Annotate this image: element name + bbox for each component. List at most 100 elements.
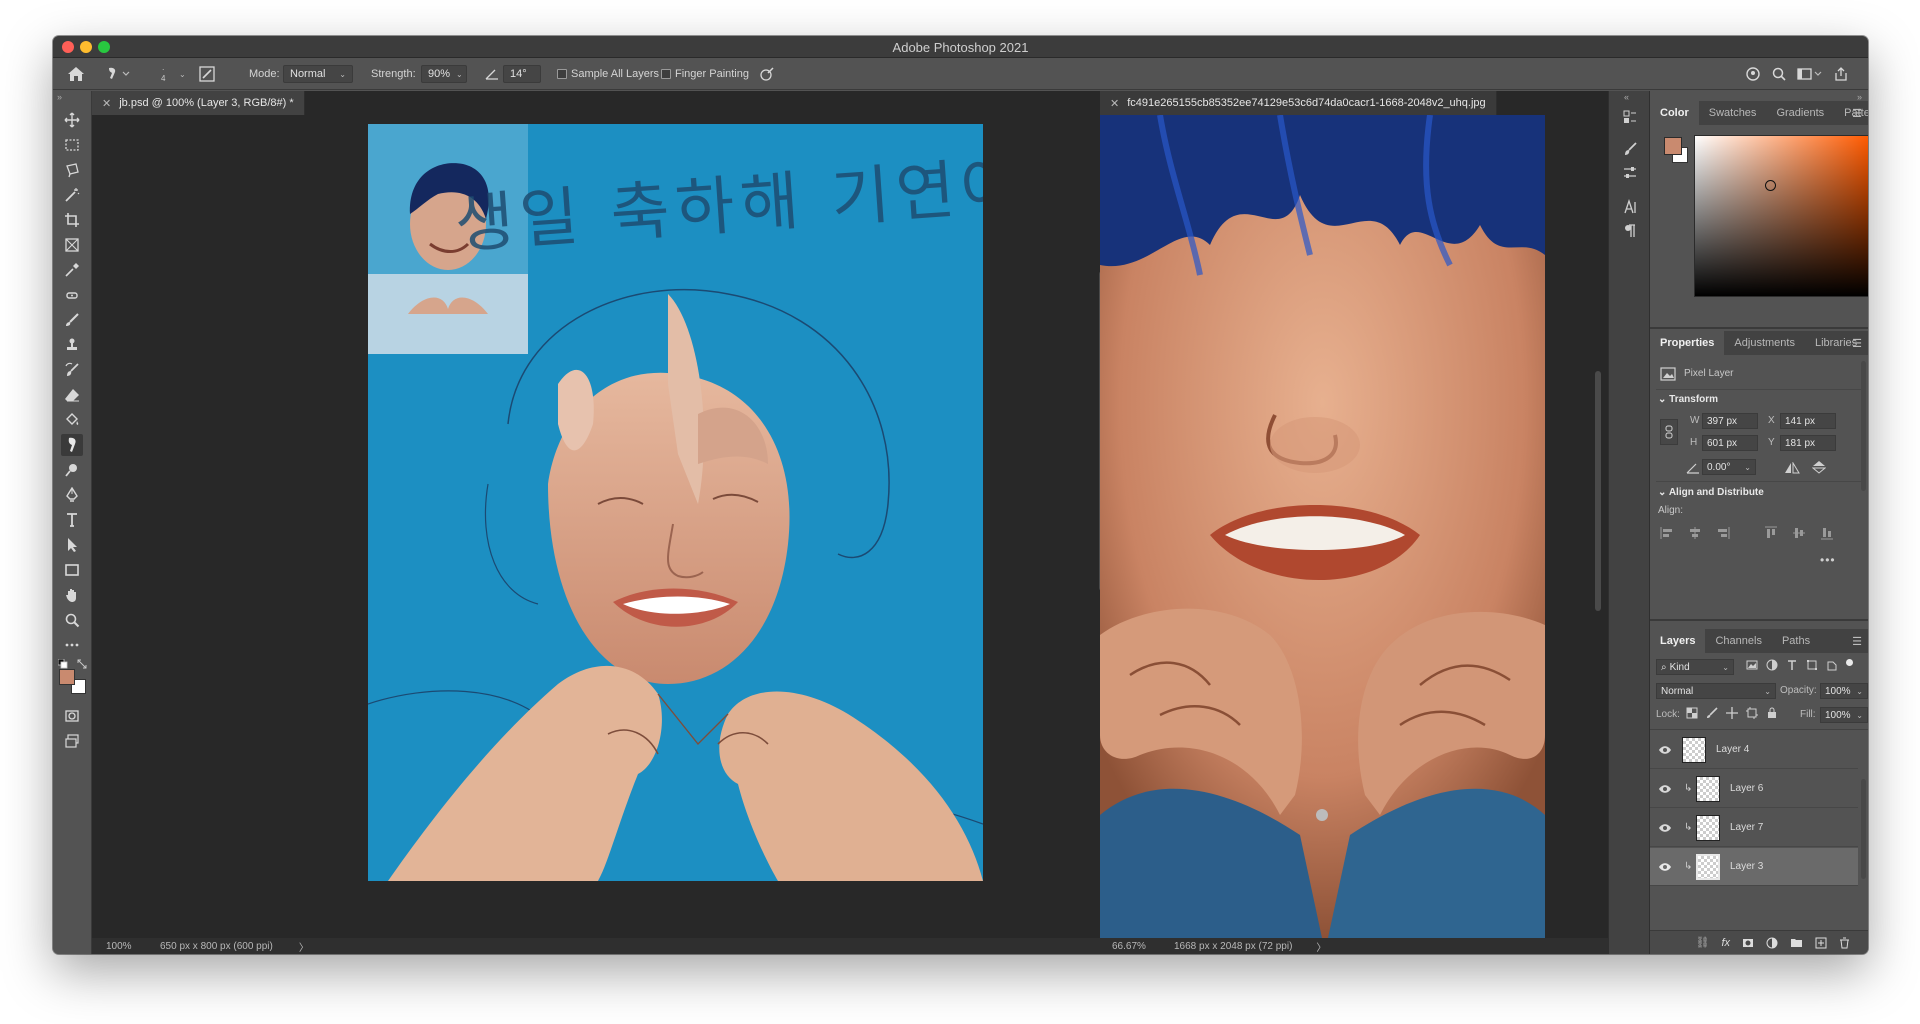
lasso-tool-icon[interactable] bbox=[61, 159, 83, 181]
flip-vertical-icon[interactable] bbox=[1811, 460, 1827, 479]
tab-color[interactable]: Color bbox=[1650, 101, 1699, 125]
blend-mode-select[interactable]: Normal ⌄ bbox=[1656, 683, 1776, 699]
home-icon[interactable] bbox=[67, 58, 85, 90]
chevron-down-icon[interactable]: ⌄ bbox=[1658, 394, 1666, 405]
eyedropper-tool-icon[interactable] bbox=[61, 259, 83, 281]
filter-pixel-icon[interactable] bbox=[1746, 659, 1758, 671]
paint-bucket-tool-icon[interactable] bbox=[61, 409, 83, 431]
share-export-icon[interactable] bbox=[1833, 58, 1849, 90]
filter-toggle-icon[interactable] bbox=[1846, 658, 1853, 666]
link-dimensions-icon[interactable] bbox=[1660, 419, 1678, 445]
frame-tool-icon[interactable] bbox=[61, 234, 83, 256]
share-user-icon[interactable] bbox=[1745, 58, 1763, 90]
new-layer-icon[interactable] bbox=[1815, 937, 1827, 949]
close-tab-icon[interactable]: ✕ bbox=[1110, 97, 1119, 110]
tab-properties[interactable]: Properties bbox=[1650, 331, 1725, 355]
doc2-status-chevron-icon[interactable]: 〉 bbox=[1316, 939, 1326, 954]
finger-painting-option[interactable]: Finger Painting bbox=[661, 58, 749, 90]
clone-stamp-tool-icon[interactable] bbox=[61, 334, 83, 356]
tab-swatches[interactable]: Swatches bbox=[1699, 101, 1767, 125]
lock-position-icon[interactable] bbox=[1726, 707, 1738, 719]
eye-icon[interactable] bbox=[1658, 784, 1672, 794]
pen-tool-icon[interactable] bbox=[61, 484, 83, 506]
sample-all-layers-checkbox[interactable] bbox=[557, 69, 567, 79]
panel-menu-icon[interactable]: ☰ bbox=[1852, 107, 1862, 120]
align-left-icon[interactable] bbox=[1660, 526, 1674, 540]
filter-type-icon[interactable] bbox=[1786, 659, 1798, 671]
tab-adjustments[interactable]: Adjustments bbox=[1724, 331, 1805, 355]
quick-mask-icon[interactable] bbox=[61, 705, 83, 727]
color-picker-field[interactable] bbox=[1694, 135, 1868, 297]
layer-row[interactable]: Layer 4 bbox=[1650, 731, 1858, 769]
history-panel-icon[interactable] bbox=[1621, 109, 1639, 127]
tab-patterns[interactable]: Patterns bbox=[1834, 101, 1868, 125]
dodge-tool-icon[interactable] bbox=[61, 459, 83, 481]
color-fg-swatch[interactable] bbox=[1664, 137, 1682, 155]
filter-smart-object-icon[interactable] bbox=[1826, 659, 1838, 671]
angle-input[interactable]: 14° bbox=[503, 65, 541, 83]
brush-size-picker[interactable]: · 4 bbox=[161, 58, 165, 90]
brush-tool-icon[interactable] bbox=[61, 309, 83, 331]
layer-row[interactable]: ↳ Layer 7 bbox=[1650, 809, 1858, 847]
align-top-icon[interactable] bbox=[1764, 526, 1778, 540]
filter-adjustment-icon[interactable] bbox=[1766, 659, 1778, 671]
screen-mode-icon[interactable] bbox=[61, 730, 83, 752]
adjustments-panel-icon[interactable] bbox=[1621, 165, 1639, 183]
opacity-input[interactable]: 100% ⌄ bbox=[1820, 683, 1868, 699]
lock-pixels-icon[interactable] bbox=[1706, 707, 1718, 719]
mode-select[interactable]: Normal ⌄ bbox=[283, 65, 353, 83]
foreground-color-swatch[interactable] bbox=[59, 669, 75, 685]
properties-scrollbar[interactable] bbox=[1861, 361, 1866, 491]
smudge-tool-icon[interactable] bbox=[61, 434, 83, 456]
history-brush-tool-icon[interactable] bbox=[61, 359, 83, 381]
link-layers-icon[interactable]: ⛓ bbox=[1695, 936, 1709, 949]
x-input[interactable]: 141 px bbox=[1780, 413, 1836, 429]
lock-all-icon[interactable] bbox=[1766, 707, 1778, 719]
doc2-vertical-scrollbar[interactable] bbox=[1595, 371, 1601, 611]
marquee-tool-icon[interactable] bbox=[61, 134, 83, 156]
eye-icon[interactable] bbox=[1658, 862, 1672, 872]
tab-channels[interactable]: Channels bbox=[1705, 629, 1771, 653]
layer-style-icon[interactable]: fx bbox=[1721, 937, 1730, 949]
tab-paths[interactable]: Paths bbox=[1772, 629, 1820, 653]
brush-settings-panel-icon[interactable] bbox=[1621, 141, 1639, 159]
swap-colors-icon[interactable] bbox=[77, 656, 87, 674]
lock-transparent-icon[interactable] bbox=[1686, 707, 1698, 719]
panel-menu-icon[interactable]: ☰ bbox=[1852, 635, 1862, 648]
lock-artboard-icon[interactable] bbox=[1746, 707, 1758, 719]
doc1-zoom-level[interactable]: 100% bbox=[106, 941, 146, 952]
more-options-icon[interactable]: ••• bbox=[1820, 553, 1836, 567]
align-horizontal-center-icon[interactable] bbox=[1688, 526, 1702, 540]
add-mask-icon[interactable] bbox=[1742, 937, 1754, 949]
layer-row-selected[interactable]: ↳ Layer 3 bbox=[1650, 848, 1858, 886]
doc1-status-chevron-icon[interactable]: 〉 bbox=[299, 939, 309, 954]
eye-icon[interactable] bbox=[1658, 745, 1672, 755]
smudge-tool-preset-icon[interactable] bbox=[105, 58, 133, 90]
delete-layer-icon[interactable] bbox=[1839, 937, 1850, 949]
filter-shape-icon[interactable] bbox=[1806, 659, 1818, 671]
chevron-down-icon[interactable]: ⌄ bbox=[1658, 487, 1666, 498]
path-selection-tool-icon[interactable] bbox=[61, 534, 83, 556]
reference-photo-canvas[interactable] bbox=[1100, 115, 1545, 938]
y-input[interactable]: 181 px bbox=[1780, 435, 1836, 451]
pressure-icon[interactable] bbox=[759, 58, 775, 90]
align-right-icon[interactable] bbox=[1716, 526, 1730, 540]
new-fill-adjustment-icon[interactable] bbox=[1766, 937, 1778, 949]
panel-menu-icon[interactable]: ☰ bbox=[1852, 337, 1862, 350]
doc-tab-reference[interactable]: ✕ fc491e265155cb85352ee74129e53c6d74da0c… bbox=[1100, 91, 1497, 115]
doc2-zoom-level[interactable]: 66.67% bbox=[1112, 941, 1162, 952]
workspace-icon[interactable] bbox=[1797, 58, 1823, 90]
align-vertical-center-icon[interactable] bbox=[1792, 526, 1806, 540]
align-bottom-icon[interactable] bbox=[1820, 526, 1834, 540]
paragraph-panel-icon[interactable] bbox=[1621, 223, 1639, 241]
artwork-canvas[interactable]: 생일 축하해 기연아 bbox=[368, 124, 983, 881]
layers-scrollbar[interactable] bbox=[1861, 779, 1866, 879]
color-picker-cursor[interactable] bbox=[1765, 180, 1776, 191]
zoom-tool-icon[interactable] bbox=[61, 609, 83, 631]
tab-layers[interactable]: Layers bbox=[1650, 629, 1706, 653]
tab-gradients[interactable]: Gradients bbox=[1766, 101, 1834, 125]
eraser-tool-icon[interactable] bbox=[61, 384, 83, 406]
healing-brush-tool-icon[interactable] bbox=[61, 284, 83, 306]
collapse-toolbar-icon[interactable]: » bbox=[57, 92, 62, 102]
rotate-angle-input[interactable]: 0.00° ⌄ bbox=[1702, 459, 1756, 475]
